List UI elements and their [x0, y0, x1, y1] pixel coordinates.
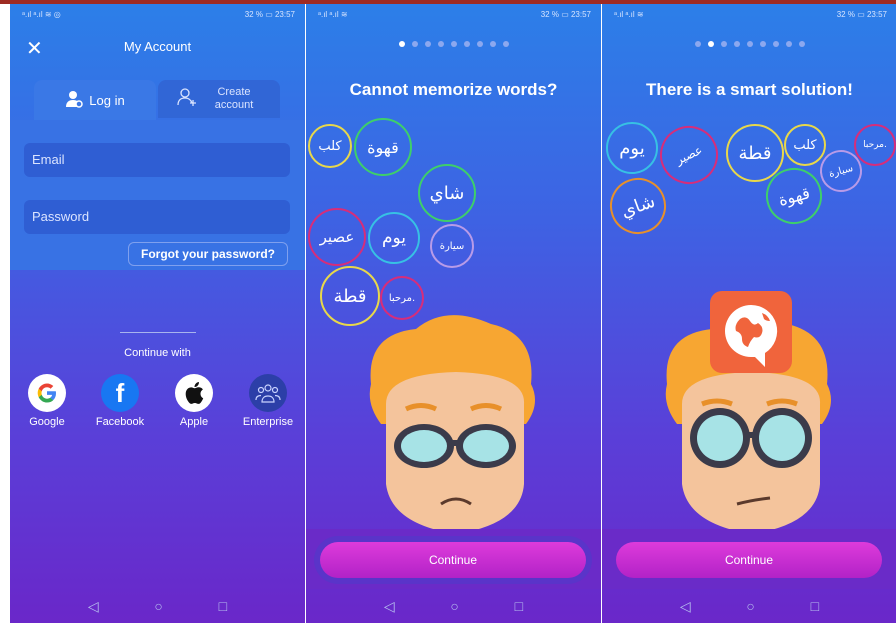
- back-icon[interactable]: ◁: [680, 598, 691, 615]
- enterprise-button[interactable]: Enterprise: [232, 374, 304, 428]
- screen-onboarding-problem: ᵃ.ıl ᵃ.ıl ≋ 32 % ▭ 23:57 Cannot memorize…: [306, 4, 601, 623]
- home-icon[interactable]: ○: [154, 598, 162, 614]
- tab-create-account[interactable]: Create account: [158, 80, 280, 118]
- divider: [120, 332, 196, 333]
- recent-apps-icon[interactable]: □: [219, 598, 227, 614]
- tab-create-label: Create account: [214, 86, 254, 111]
- tab-login-label: Log in: [89, 92, 125, 108]
- apple-label: Apple: [179, 416, 209, 428]
- user-icon: [65, 90, 84, 111]
- recent-apps-icon[interactable]: □: [811, 598, 819, 614]
- screen-my-account: ᵃ.ıl ᵃ.ıl ≋ ◎ 32 % ▭ 23:57 ✕ My Account …: [10, 4, 305, 623]
- home-icon[interactable]: ○: [746, 598, 754, 614]
- system-nav-bar: ◁ ○ □: [306, 589, 601, 623]
- status-bar: ᵃ.ıl ᵃ.ıl ≋ ◎ 32 % ▭ 23:57: [10, 10, 305, 22]
- google-button[interactable]: Google: [11, 374, 83, 428]
- facebook-icon: f: [101, 374, 139, 412]
- app-logo-icon: [710, 291, 792, 373]
- enterprise-label: Enterprise: [242, 416, 294, 428]
- google-icon: [28, 374, 66, 412]
- back-icon[interactable]: ◁: [384, 598, 395, 615]
- add-user-icon: [177, 87, 197, 111]
- google-label: Google: [29, 416, 65, 428]
- enterprise-icon: [249, 374, 287, 412]
- status-right: 32 % ▭ 23:57: [244, 10, 295, 19]
- tab-login[interactable]: Log in: [34, 80, 156, 120]
- back-icon[interactable]: ◁: [88, 598, 99, 615]
- email-field[interactable]: Email: [24, 143, 290, 177]
- apple-icon: [175, 374, 213, 412]
- status-left: ᵃ.ıl ᵃ.ıl ≋ ◎: [22, 10, 61, 19]
- page-title: My Account: [123, 39, 192, 54]
- home-icon[interactable]: ○: [450, 598, 458, 614]
- recent-apps-icon[interactable]: □: [515, 598, 523, 614]
- system-nav-bar: ◁ ○ □: [10, 589, 305, 623]
- facebook-label: Facebook: [95, 416, 145, 428]
- system-nav-bar: ◁ ○ □: [602, 589, 896, 623]
- continue-with-label: Continue with: [124, 347, 191, 359]
- screen-onboarding-solution: ᵃ.ıl ᵃ.ıl ≋ 32 % ▭ 23:57 There is a smar…: [602, 4, 896, 623]
- password-field[interactable]: Password: [24, 200, 290, 234]
- apple-button[interactable]: Apple: [158, 374, 230, 428]
- continue-button[interactable]: Continue: [320, 542, 586, 578]
- forgot-password-button[interactable]: Forgot your password?: [128, 242, 288, 266]
- facebook-button[interactable]: f Facebook: [84, 374, 156, 428]
- continue-button[interactable]: Continue: [616, 542, 882, 578]
